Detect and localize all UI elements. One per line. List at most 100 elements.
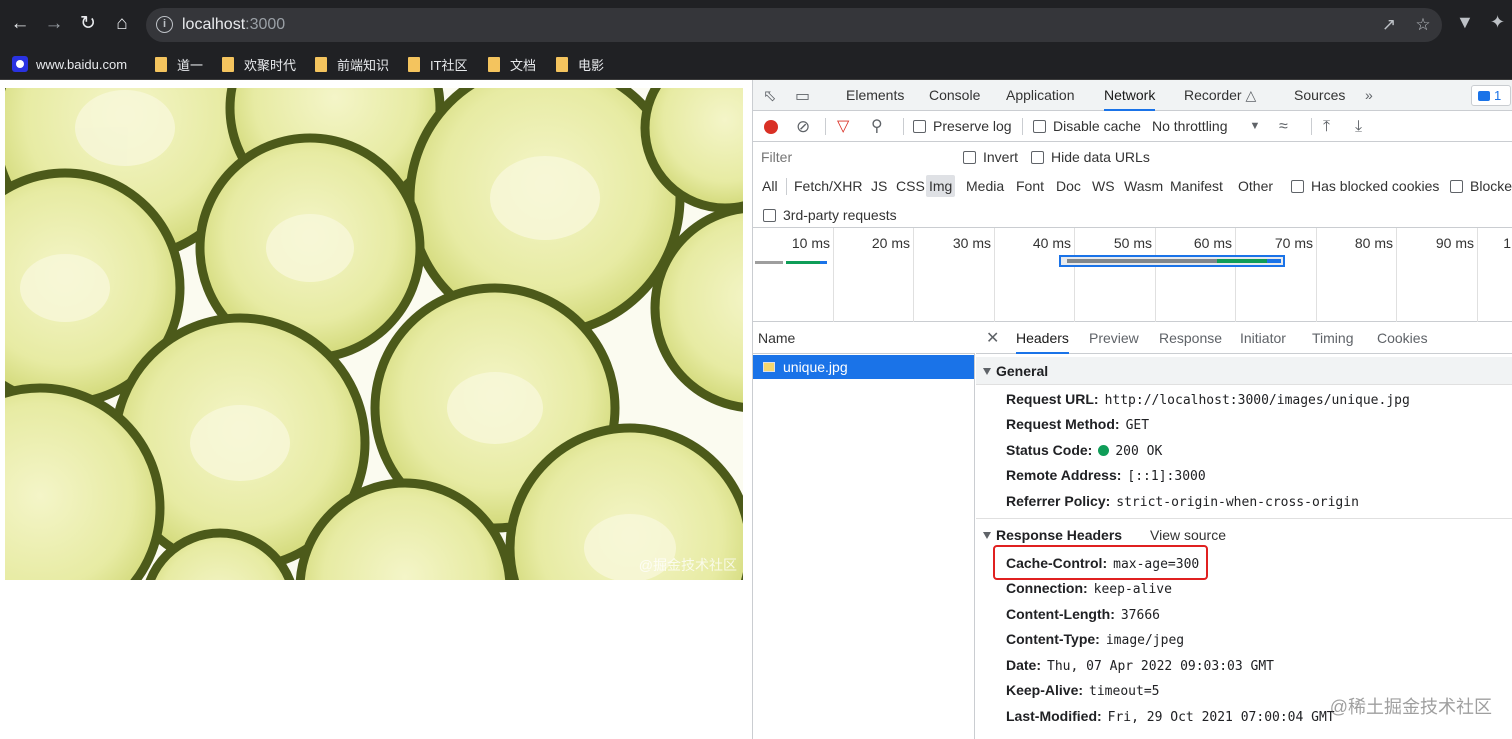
header-value: 200 OK — [1115, 444, 1163, 459]
back-arrow-icon[interactable]: ← — [8, 12, 32, 36]
extension-vue-icon[interactable]: ▼ — [1456, 12, 1474, 33]
tab-timing[interactable]: Timing — [1312, 323, 1354, 354]
issues-badge[interactable]: 1 — [1471, 85, 1511, 106]
tick-label: 30 ms — [952, 235, 991, 251]
devtools-panel: ⬁ ▭ Elements Console Application Network… — [752, 80, 1512, 739]
tick-label: 1 — [1503, 235, 1511, 251]
bookmark-folder[interactable]: 道一 — [155, 53, 203, 75]
checkbox[interactable] — [1450, 179, 1463, 193]
url-text[interactable]: localhost:3000 — [182, 16, 285, 34]
flask-icon: △ — [1245, 87, 1257, 103]
tab-cookies[interactable]: Cookies — [1377, 323, 1428, 354]
header-row: Content-Length: 37666 — [1006, 603, 1160, 625]
invert-checkbox[interactable]: Invert — [963, 146, 1018, 168]
header-value: [::1]:3000 — [1127, 469, 1206, 484]
has-blocked-cookies-checkbox[interactable]: Has blocked cookies — [1291, 175, 1439, 197]
header-value: keep-alive — [1093, 582, 1172, 597]
general-title: General — [996, 363, 1049, 379]
folder-icon — [488, 56, 500, 72]
tab-response[interactable]: Response — [1159, 323, 1222, 354]
waterfall-bar-end — [1267, 259, 1281, 263]
type-ws[interactable]: WS — [1089, 175, 1118, 197]
bookmark-baidu[interactable]: www.baidu.com — [12, 53, 127, 75]
bookmark-star-icon[interactable]: ☆ — [1412, 15, 1434, 35]
filter-input[interactable] — [755, 146, 948, 168]
type-other[interactable]: Other — [1235, 175, 1276, 197]
triangle-down-icon — [983, 532, 991, 539]
search-icon[interactable]: ⚲ — [871, 111, 883, 142]
reload-icon[interactable]: ↻ — [76, 12, 100, 36]
record-icon[interactable] — [764, 120, 778, 134]
tab-network[interactable]: Network — [1104, 80, 1156, 111]
type-img[interactable]: Img — [926, 175, 956, 197]
tab-initiator[interactable]: Initiator — [1240, 323, 1286, 354]
bookmark-folder[interactable]: 电影 — [556, 53, 604, 75]
bookmarks-bar: www.baidu.com 道一 欢聚时代 前端知识 IT社区 文档 电影 — [0, 48, 1512, 80]
tab-elements[interactable]: Elements — [846, 80, 904, 111]
extensions-puzzle-icon[interactable]: ✦ — [1490, 12, 1505, 33]
disable-cache-checkbox[interactable]: Disable cache — [1033, 111, 1141, 142]
tab-sources[interactable]: Sources — [1294, 80, 1345, 111]
type-js[interactable]: JS — [868, 175, 890, 197]
close-icon[interactable]: ✕ — [986, 328, 999, 348]
tick-label: 20 ms — [871, 235, 910, 251]
clear-icon[interactable]: ⊘ — [796, 111, 810, 142]
hide-data-urls-label: Hide data URLs — [1051, 149, 1150, 165]
type-manifest[interactable]: Manifest — [1167, 175, 1226, 197]
share-icon[interactable]: ↗ — [1378, 15, 1400, 35]
checkbox[interactable] — [913, 120, 926, 133]
network-conditions-icon[interactable]: ≈ — [1279, 111, 1288, 142]
issue-message-icon — [1478, 91, 1490, 101]
type-doc[interactable]: Doc — [1053, 175, 1084, 197]
inspect-element-icon[interactable]: ⬁ — [763, 86, 776, 106]
home-icon[interactable]: ⌂ — [110, 12, 134, 36]
tab-application[interactable]: Application — [1006, 80, 1075, 111]
type-wasm[interactable]: Wasm — [1121, 175, 1166, 197]
request-details: ✕ Headers Preview Response Initiator Tim… — [976, 323, 1512, 739]
type-all[interactable]: All — [759, 175, 781, 197]
bookmark-label: 道一 — [177, 57, 204, 73]
devtools-tabbar: ⬁ ▭ Elements Console Application Network… — [753, 80, 1512, 111]
header-value: timeout=5 — [1089, 684, 1160, 699]
type-fetch-xhr[interactable]: Fetch/XHR — [791, 175, 865, 197]
header-row: Request URL: http://localhost:3000/images… — [1006, 388, 1410, 410]
bookmark-folder[interactable]: 前端知识 — [315, 53, 389, 75]
tab-console[interactable]: Console — [929, 80, 980, 111]
name-column-header[interactable]: Name — [753, 323, 975, 354]
preserve-log-checkbox[interactable]: Preserve log — [913, 111, 1012, 142]
more-tabs-icon[interactable]: » — [1365, 80, 1373, 111]
export-har-icon[interactable]: ⤓ — [1355, 111, 1362, 142]
type-css[interactable]: CSS — [893, 175, 928, 197]
tab-headers[interactable]: Headers — [1016, 323, 1069, 354]
tab-recorder[interactable]: Recorder △ — [1184, 80, 1256, 111]
header-key: Content-Length: — [1006, 606, 1115, 622]
gridline — [994, 228, 995, 322]
checkbox[interactable] — [1033, 120, 1046, 133]
checkbox[interactable] — [763, 208, 776, 222]
request-row[interactable]: unique.jpg — [753, 355, 974, 379]
invert-label: Invert — [983, 149, 1019, 165]
bookmark-folder[interactable]: 文档 — [488, 53, 536, 75]
type-font[interactable]: Font — [1013, 175, 1047, 197]
forward-arrow-icon[interactable]: → — [42, 12, 66, 36]
third-party-checkbox[interactable]: 3rd-party requests — [763, 204, 897, 226]
device-toolbar-icon[interactable]: ▭ — [795, 86, 810, 106]
hide-data-urls-checkbox[interactable]: Hide data URLs — [1031, 146, 1150, 168]
bookmark-folder[interactable]: 欢聚时代 — [222, 53, 296, 75]
gridline — [1316, 228, 1317, 322]
baidu-icon — [12, 56, 28, 72]
checkbox[interactable] — [1031, 150, 1044, 164]
network-overview-timeline[interactable]: 10 ms 20 ms 30 ms 40 ms 50 ms 60 ms 70 m… — [753, 228, 1512, 322]
tab-preview[interactable]: Preview — [1089, 323, 1139, 354]
type-media[interactable]: Media — [963, 175, 1007, 197]
blocked-requests-checkbox[interactable]: Blocked — [1450, 175, 1512, 197]
import-har-icon[interactable]: ⤒ — [1323, 111, 1330, 142]
bookmark-folder[interactable]: IT社区 — [408, 53, 468, 75]
site-info-icon[interactable]: i — [156, 16, 173, 33]
checkbox[interactable] — [963, 150, 976, 164]
checkbox[interactable] — [1291, 179, 1304, 193]
filter-funnel-icon[interactable]: ▽ — [837, 111, 849, 142]
address-bar[interactable]: i localhost:3000 ↗ ☆ — [146, 8, 1442, 42]
general-section-header[interactable]: General — [976, 357, 1512, 385]
throttling-select[interactable]: No throttling ▼ — [1152, 111, 1260, 142]
